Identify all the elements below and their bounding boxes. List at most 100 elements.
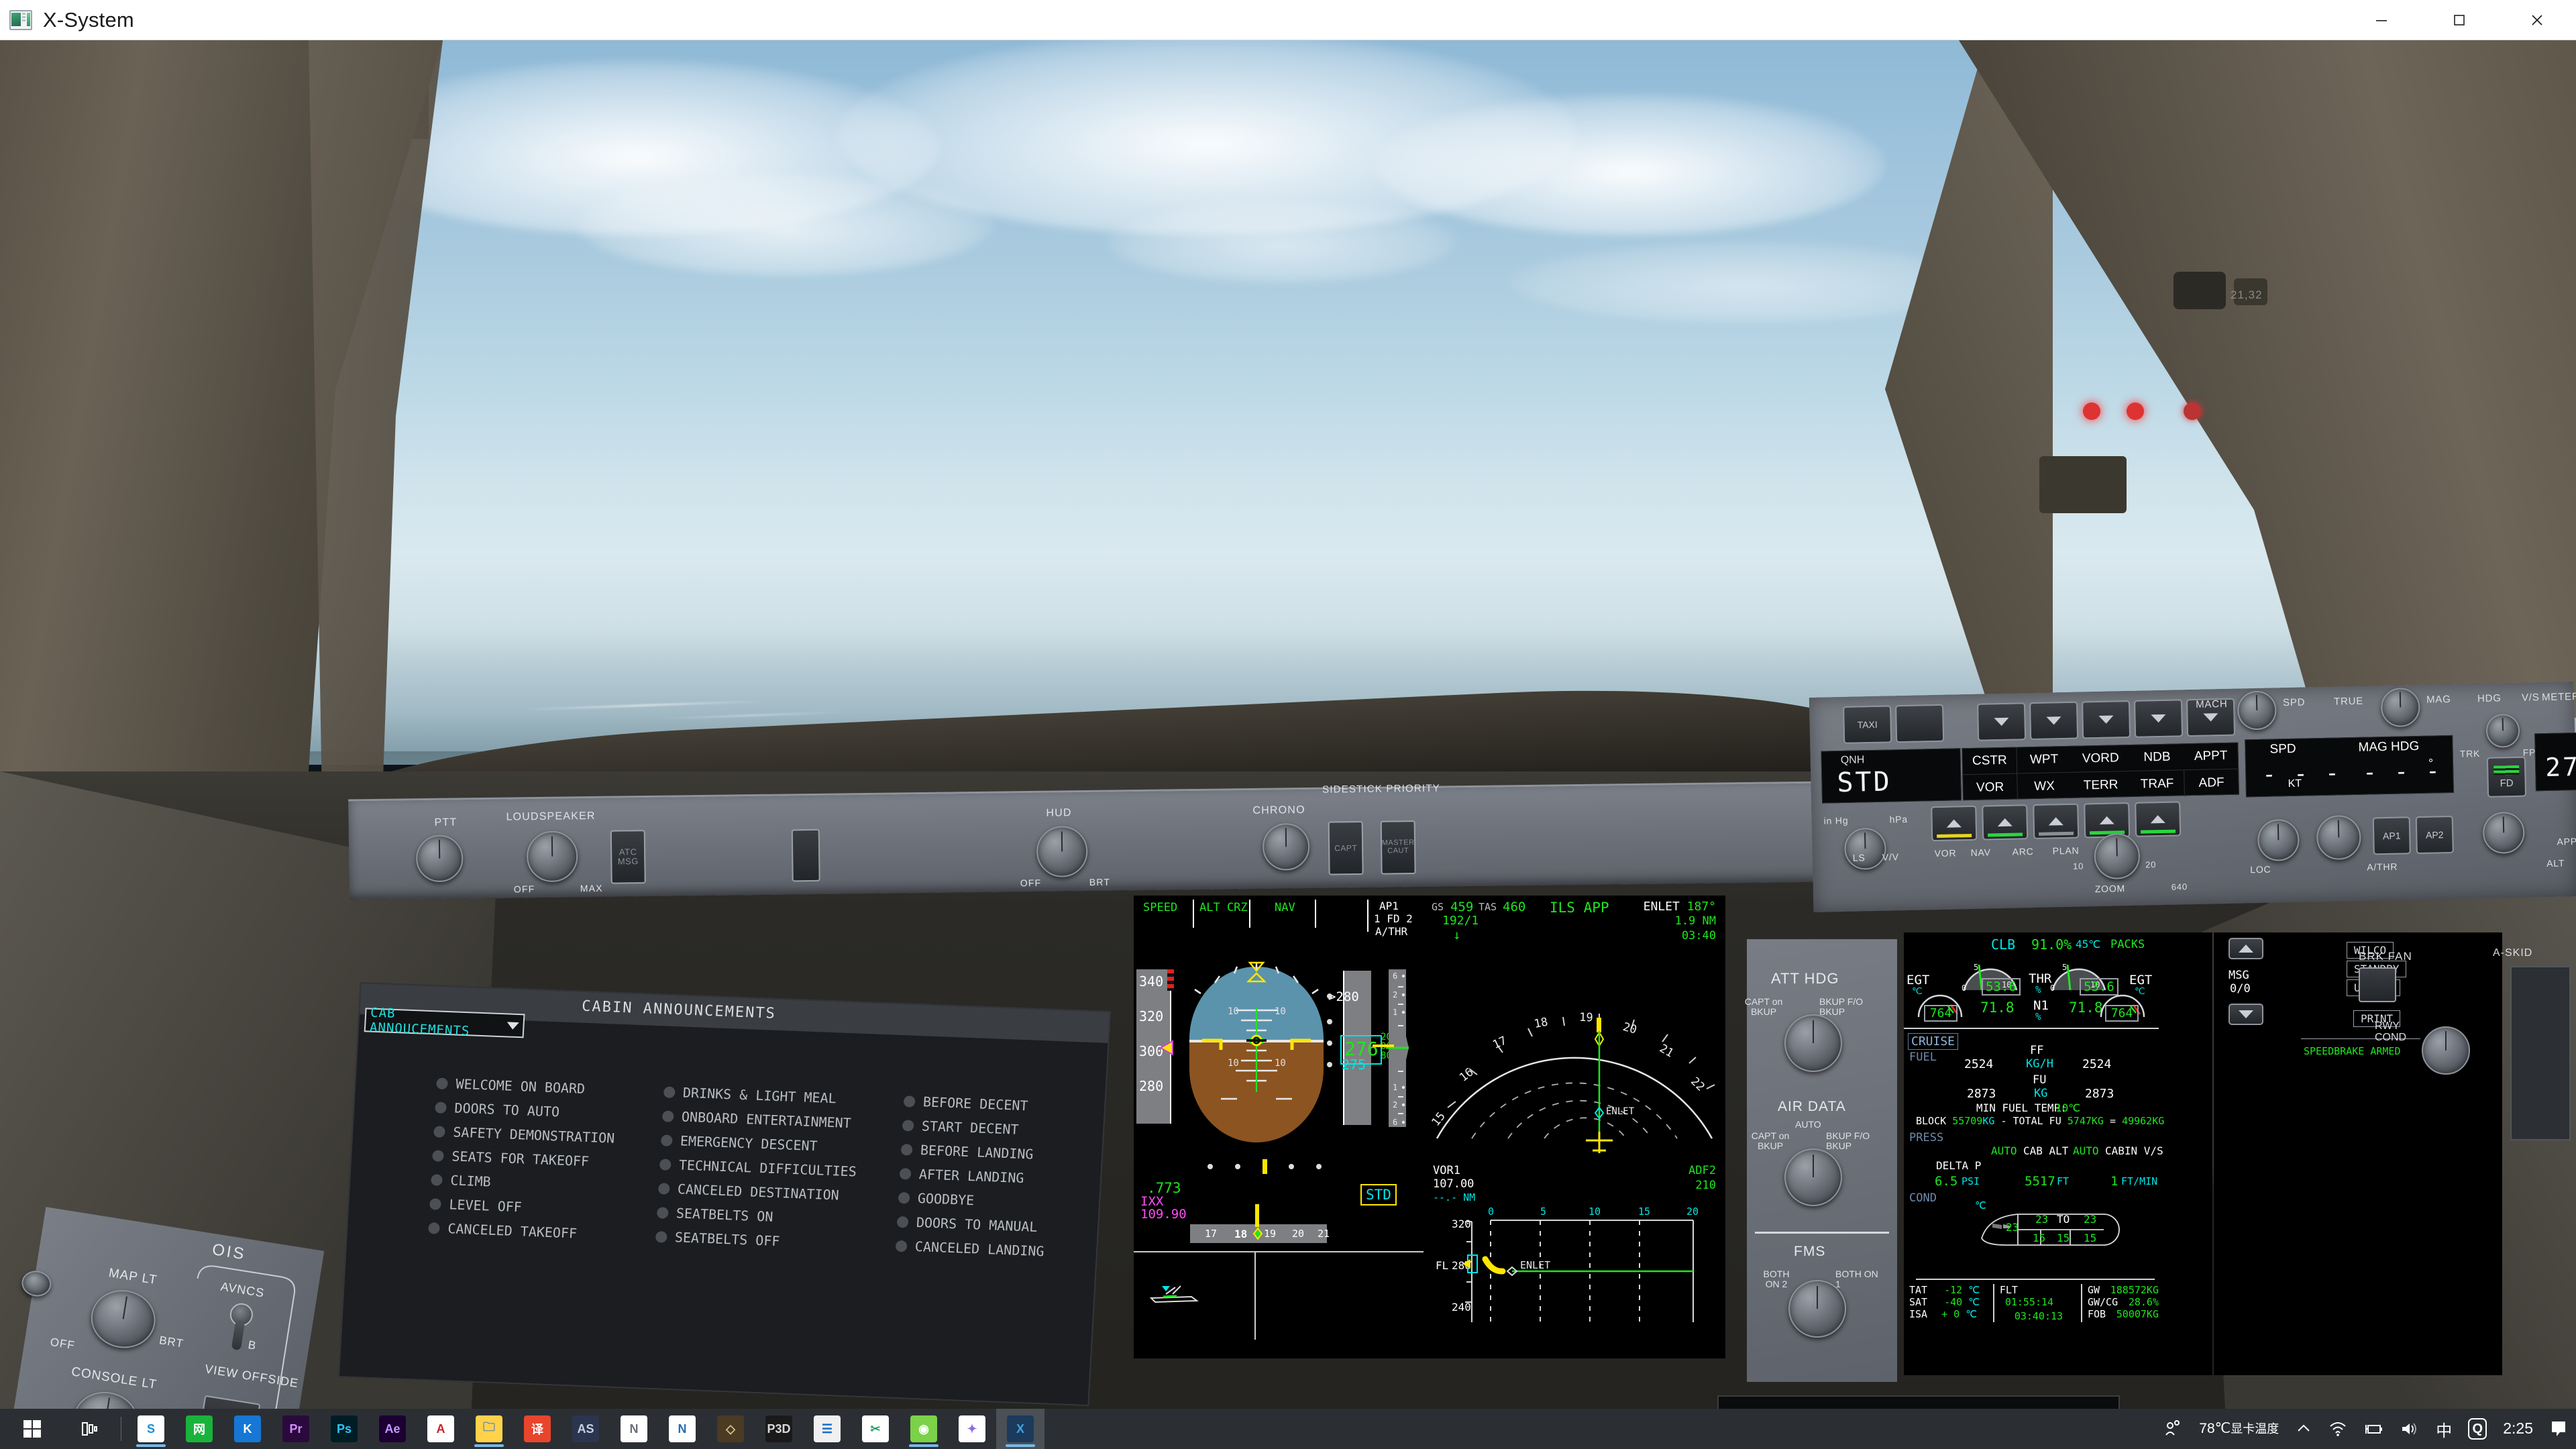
announcement-item[interactable]: SEATS FOR TAKEOFF: [432, 1147, 636, 1171]
network-button[interactable]: [2320, 1409, 2355, 1449]
announcement-item[interactable]: BEFORE DECENT: [903, 1093, 1093, 1116]
mfd-lower-display[interactable]: [1717, 1395, 2120, 1409]
glareshield-blank-button-1[interactable]: [791, 828, 820, 882]
chrono-knob[interactable]: [1262, 822, 1310, 871]
taskbar-app-xmind[interactable]: ✦: [948, 1409, 996, 1449]
ecam-scroll-down-button[interactable]: [2229, 1004, 2263, 1025]
taskbar-app-notion[interactable]: N: [610, 1409, 658, 1449]
taskbar-app-as[interactable]: AS: [561, 1409, 610, 1449]
baro-knob[interactable]: [1843, 827, 1887, 870]
taskbar-app-x-plane[interactable]: X: [996, 1409, 1044, 1449]
ecam-side-column[interactable]: MSG 0/0: [2214, 932, 2301, 1375]
task-view-button[interactable]: [66, 1409, 115, 1449]
nd-option-down-4[interactable]: [2133, 699, 2184, 738]
announcement-item[interactable]: SEATBELTS ON: [656, 1204, 873, 1228]
hud-knob[interactable]: [1036, 825, 1088, 877]
volume-button[interactable]: [2392, 1409, 2428, 1449]
console-lt-knob[interactable]: [69, 1387, 142, 1409]
announcement-item[interactable]: DOORS TO MANUAL: [896, 1214, 1087, 1237]
nd-option-down-3[interactable]: [2081, 700, 2131, 739]
taskbar-app-navigraph[interactable]: N: [658, 1409, 706, 1449]
taskbar-app-eduim[interactable]: 网: [175, 1409, 223, 1449]
announcement-item[interactable]: WELCOME ON BOARD: [436, 1075, 640, 1099]
att-hdg-selector[interactable]: [1784, 1014, 1842, 1072]
atc-msg-button[interactable]: ATC MSG: [610, 830, 646, 884]
taskbar-app-reader[interactable]: ☰: [803, 1409, 851, 1449]
announcement-item[interactable]: EMERGENCY DESCENT: [660, 1132, 877, 1156]
master-caution-button[interactable]: MASTER CAUT: [1380, 820, 1416, 875]
announcement-item[interactable]: DOORS TO AUTO: [435, 1099, 639, 1123]
ecam-display[interactable]: CLB 91.0% 45℃ PACKS 0 5 10 0 5 10 53.6 5…: [1904, 932, 2212, 1375]
ecam-scroll-up-button[interactable]: [2229, 938, 2263, 959]
announcement-item[interactable]: CANCELED TAKEOFF: [428, 1220, 632, 1244]
announcement-item[interactable]: DRINKS & LIGHT MEAL: [663, 1083, 879, 1108]
announcement-item[interactable]: ONBOARD ENTERTAINMENT: [661, 1108, 878, 1132]
taskbar-app-premiere[interactable]: Pr: [272, 1409, 320, 1449]
announcement-item[interactable]: START DECENT: [902, 1117, 1092, 1140]
announcement-item[interactable]: BEFORE LANDING: [900, 1141, 1091, 1165]
announcement-item[interactable]: SAFETY DEMONSTRATION: [433, 1123, 637, 1147]
nd-range-knob[interactable]: [2094, 833, 2141, 880]
notifications-button[interactable]: [2541, 1409, 2576, 1449]
nd-option-down-1[interactable]: [1977, 702, 2027, 741]
nd-opt-up-5[interactable]: [2135, 801, 2182, 837]
announcement-item[interactable]: LEVEL OFF: [429, 1195, 633, 1220]
announcement-item[interactable]: AFTER LANDING: [899, 1165, 1089, 1189]
nd-opt-up-1[interactable]: [1931, 805, 1978, 842]
primary-flight-display[interactable]: SPEED ALT CRZ NAV AP1 1 FD 2 A/THR 10 10…: [1134, 896, 1424, 1358]
fcu-blank-button[interactable]: [1895, 704, 1945, 743]
announcement-item[interactable]: CANCELED LANDING: [895, 1238, 1085, 1261]
nd-option-down-2[interactable]: [2029, 701, 2079, 741]
qq-button[interactable]: Q: [2460, 1409, 2495, 1449]
announcement-item[interactable]: SEATBELTS OFF: [655, 1228, 871, 1252]
ecam-datalink-panel[interactable]: WILCO STANDBY UNABLE PRINT SPEEDBRAKE AR…: [2301, 932, 2502, 1375]
taskbar-app-aftereffects[interactable]: Ae: [368, 1409, 417, 1449]
taskbar-app-wechat-video[interactable]: ✂: [851, 1409, 900, 1449]
simulator-viewport[interactable]: f-act f-sim frame cpu gpu grnd flit 38.4…: [0, 40, 2576, 1409]
ime-indicator[interactable]: 中: [2428, 1409, 2460, 1449]
close-button[interactable]: [2498, 0, 2576, 40]
brk-fan-button[interactable]: [2359, 967, 2396, 1002]
taskbar-app-skype[interactable]: S: [127, 1409, 175, 1449]
taskbar-app-autocad[interactable]: A: [417, 1409, 465, 1449]
rwy-cond-knob[interactable]: [2422, 1026, 2470, 1075]
ap1-button[interactable]: AP1: [2372, 816, 2411, 855]
oit-tab-cab-announcements[interactable]: CAB ANNOUCEMENTS: [364, 1006, 525, 1038]
nd-opt-up-4[interactable]: [2084, 802, 2131, 839]
alt-knob[interactable]: [2316, 814, 2361, 861]
fms-selector[interactable]: [1788, 1280, 1846, 1338]
hdg-trk-knob[interactable]: [2380, 687, 2420, 728]
battery-button[interactable]: [2355, 1409, 2392, 1449]
ap2-button[interactable]: AP2: [2415, 815, 2454, 855]
nd-opt-up-2[interactable]: [1982, 804, 2029, 841]
taskbar-app-translator[interactable]: 译: [513, 1409, 561, 1449]
announcement-item[interactable]: TECHNICAL DIFFICULTIES: [659, 1156, 875, 1180]
gpu-temperature-widget[interactable]: 78℃ 显卡温度: [2191, 1409, 2287, 1449]
loudspeaker-knob[interactable]: [526, 830, 578, 883]
spd-mach-knob[interactable]: [2237, 690, 2277, 731]
loc-knob[interactable]: [2257, 818, 2300, 862]
side-panel-display[interactable]: [2510, 966, 2571, 1140]
taskbar-app-p3d[interactable]: P3D: [755, 1409, 803, 1449]
sidestick-priority-button[interactable]: CAPT: [1328, 820, 1364, 875]
vs-knob[interactable]: [2482, 811, 2525, 854]
taskbar-app-explorer[interactable]: 🗀: [465, 1409, 513, 1449]
taskbar-app-wechat[interactable]: ◉: [900, 1409, 948, 1449]
taskbar-app-game[interactable]: ◇: [706, 1409, 755, 1449]
people-button[interactable]: [2155, 1409, 2191, 1449]
nd-opt-up-3[interactable]: [2033, 803, 2080, 840]
map-lt-knob[interactable]: [87, 1285, 160, 1353]
announcement-item[interactable]: CLIMB: [431, 1171, 635, 1195]
navigation-display[interactable]: GS 459 TAS 460 192/1 ↓ ILS APP ENLET 187…: [1424, 896, 1725, 1358]
fd-button[interactable]: FD: [2486, 756, 2527, 798]
announcement-item[interactable]: CANCELED DESTINATION: [657, 1180, 874, 1204]
oit-display[interactable]: CABIN ANNOUNCEMENTS CAB ANNOUCEMENTS WEL…: [337, 981, 1112, 1407]
trk-fpa-knob[interactable]: [2485, 713, 2520, 748]
ptt-knob[interactable]: [415, 835, 464, 883]
taskbar-app-kugou[interactable]: K: [223, 1409, 272, 1449]
start-button[interactable]: [0, 1409, 66, 1449]
taxi-button[interactable]: TAXI: [1843, 705, 1892, 744]
announcement-item[interactable]: GOODBYE: [898, 1189, 1088, 1213]
air-data-selector[interactable]: [1784, 1148, 1842, 1206]
clock[interactable]: 2:25: [2495, 1409, 2541, 1449]
